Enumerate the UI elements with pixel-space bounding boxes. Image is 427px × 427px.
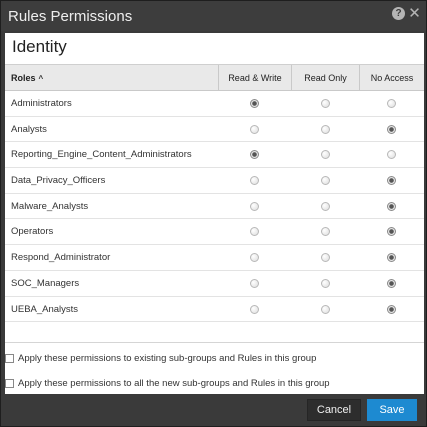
read-only-cell [291, 245, 359, 270]
no-access-radio[interactable] [387, 99, 396, 108]
no-access-cell [359, 168, 424, 193]
no-access-radio[interactable] [387, 253, 396, 263]
table-header: Roles ^ Read & Write Read Only No Access [5, 65, 424, 91]
section-title: Identity [12, 37, 67, 56]
no-access-cell [359, 142, 424, 167]
no-access-radio[interactable] [387, 201, 396, 211]
roles-column-header[interactable]: Roles ^ [11, 65, 43, 91]
read-write-radio[interactable] [250, 278, 259, 288]
read-only-cell [291, 117, 359, 142]
read-only-radio[interactable] [320, 278, 330, 288]
permissions-table: Roles ^ Read & Write Read Only No Access… [5, 65, 424, 323]
no-access-column-header: No Access [359, 65, 424, 91]
read-only-radio[interactable] [320, 99, 330, 108]
role-name: Malware_Analysts [11, 200, 89, 212]
read-write-cell [218, 194, 291, 219]
read-only-radio[interactable] [320, 150, 330, 160]
apply-new-label: Apply these permissions to all the new s… [18, 378, 330, 389]
apply-existing-label: Apply these permissions to existing sub-… [18, 353, 317, 364]
dialog-titlebar: Rules Permissions ? ✕ [1, 1, 426, 31]
no-access-cell [359, 117, 424, 142]
no-access-cell [359, 271, 424, 296]
table-row: Reporting_Engine_Content_Administrators [5, 142, 424, 169]
no-access-radio[interactable] [387, 304, 396, 314]
read-only-cell [291, 219, 359, 244]
read-only-cell [291, 142, 359, 167]
read-write-column-header: Read & Write [218, 65, 291, 91]
role-name: UEBA_Analysts [11, 303, 79, 315]
read-write-cell [218, 142, 291, 167]
table-row: UEBA_Analysts [5, 297, 424, 323]
role-name: SOC_Managers [11, 277, 80, 289]
rules-permissions-dialog: Rules Permissions ? ✕ Identity Roles ^ R… [0, 0, 427, 427]
divider [5, 342, 424, 343]
cancel-button[interactable]: Cancel [307, 399, 361, 421]
read-only-radio[interactable] [320, 253, 330, 263]
permissions-panel: Identity Roles ^ Read & Write Read Only … [5, 33, 424, 394]
dialog-footer: Cancel Save [1, 394, 426, 426]
no-access-radio[interactable] [387, 124, 396, 134]
table-row: SOC_Managers [5, 271, 424, 297]
read-write-radio[interactable] [250, 176, 259, 186]
apply-existing-option[interactable]: Apply these permissions to existing sub-… [5, 353, 420, 364]
read-only-cell [291, 168, 359, 193]
titlebar-icons: ? ✕ [392, 6, 421, 21]
no-access-radio[interactable] [387, 227, 396, 237]
table-body: Administrators Analysts Reporting_Engine_C… [5, 91, 424, 323]
no-access-cell [359, 91, 424, 116]
role-name: Reporting_Engine_Content_Administrators [11, 149, 192, 161]
read-write-radio[interactable] [250, 253, 259, 263]
no-access-cell [359, 219, 424, 244]
apply-existing-checkbox[interactable] [5, 354, 14, 363]
read-write-cell [218, 168, 291, 193]
apply-new-checkbox[interactable] [5, 379, 14, 388]
no-access-cell [359, 194, 424, 219]
read-only-column-header: Read Only [291, 65, 359, 91]
no-access-radio[interactable] [387, 150, 396, 160]
role-name: Respond_Administrator [11, 252, 111, 264]
read-only-radio[interactable] [320, 304, 330, 314]
read-write-radio[interactable] [250, 304, 259, 314]
table-row: Operators [5, 219, 424, 246]
no-access-radio[interactable] [387, 278, 396, 288]
read-write-radio[interactable] [250, 201, 259, 211]
read-only-radio[interactable] [320, 201, 330, 211]
table-row: Respond_Administrator [5, 245, 424, 271]
sort-ascending-icon: ^ [38, 73, 44, 83]
read-write-radio[interactable] [250, 99, 259, 108]
read-write-radio[interactable] [250, 227, 259, 237]
role-name: Data_Privacy_Officers [11, 175, 106, 187]
read-only-cell [291, 271, 359, 296]
close-icon[interactable]: ✕ [408, 6, 421, 21]
read-only-cell [291, 194, 359, 219]
role-name: Analysts [11, 123, 47, 135]
read-write-cell [218, 271, 291, 296]
no-access-cell [359, 245, 424, 270]
no-access-radio[interactable] [387, 176, 396, 186]
no-access-cell [359, 297, 424, 322]
save-button[interactable]: Save [367, 399, 417, 421]
role-name: Administrators [11, 98, 72, 109]
read-write-cell [218, 297, 291, 322]
read-only-radio[interactable] [320, 176, 330, 186]
roles-header-label: Roles [11, 73, 36, 83]
read-only-cell [291, 297, 359, 322]
table-row: Malware_Analysts [5, 194, 424, 220]
dialog-title: Rules Permissions [8, 7, 133, 25]
read-write-cell [218, 117, 291, 142]
role-name: Operators [11, 226, 54, 238]
read-write-radio[interactable] [250, 124, 259, 134]
read-only-cell [291, 91, 359, 116]
read-write-cell [218, 219, 291, 244]
read-write-cell [218, 245, 291, 270]
read-only-radio[interactable] [320, 124, 330, 134]
apply-new-option[interactable]: Apply these permissions to all the new s… [5, 378, 420, 389]
help-icon[interactable]: ? [392, 7, 405, 20]
read-write-cell [218, 91, 291, 116]
table-row: Data_Privacy_Officers [5, 168, 424, 194]
table-row: Administrators [5, 91, 424, 117]
read-only-radio[interactable] [320, 227, 330, 237]
read-write-radio[interactable] [250, 150, 259, 160]
table-row: Analysts [5, 117, 424, 143]
